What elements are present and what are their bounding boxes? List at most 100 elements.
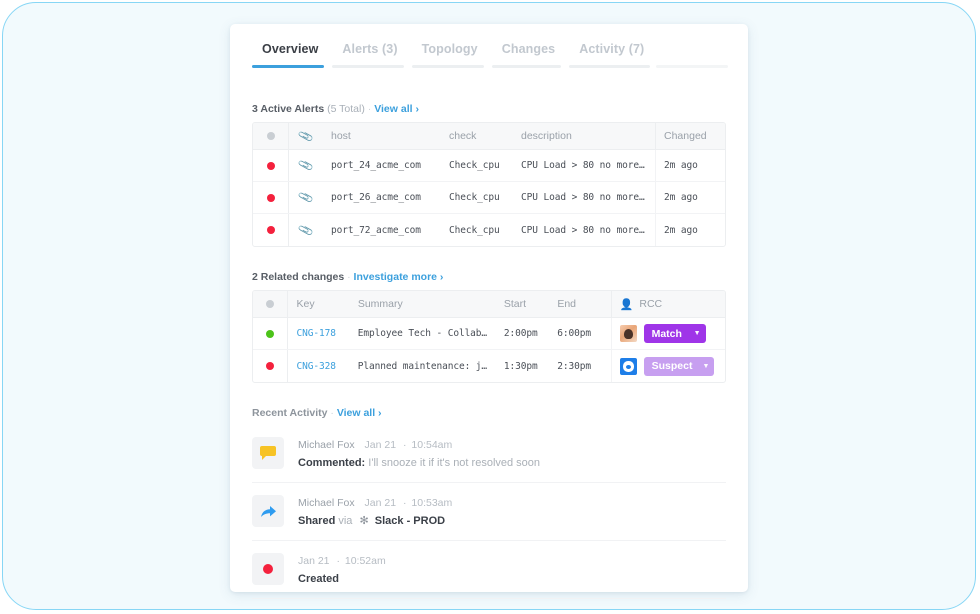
row-end: 6:00pm — [557, 328, 591, 339]
activity-time-separator: · — [402, 439, 407, 451]
activity-user: Michael Fox — [298, 497, 355, 509]
alerts-separator: · — [367, 103, 372, 115]
row-status — [253, 318, 289, 349]
alerts-title: 3 Active Alerts — [252, 103, 325, 115]
activity-main: Shared via ✻ Slack - PROD — [298, 514, 452, 529]
header-check: check — [449, 130, 477, 142]
row-status — [253, 214, 289, 246]
row-host: port_24_acme_com — [331, 160, 421, 171]
row-changed: 2m ago — [655, 150, 721, 181]
activity-time-separator: · — [336, 555, 340, 567]
list-item[interactable]: Michael Fox Jan 21 · 10:54am Commented: … — [252, 425, 726, 483]
status-dot-icon — [266, 300, 275, 308]
table-row[interactable]: 📎 port_72_acme_com Check_cpu CPU Load > … — [253, 214, 725, 246]
investigate-more-link[interactable]: Investigate more › — [354, 271, 444, 283]
activity-time: 10:52am — [344, 555, 386, 567]
slack-icon: ✻ — [359, 515, 369, 527]
activity-view-all-link[interactable]: View all › — [337, 407, 382, 419]
header-changed: Changed — [655, 123, 721, 149]
list-item[interactable]: Michael Fox Jan 21 · 10:53am Shared via … — [252, 483, 726, 541]
activity-user: Michael Fox — [298, 439, 355, 451]
header-status — [253, 291, 289, 317]
alert-dot-icon — [252, 553, 284, 585]
rcc-badge-match[interactable]: Match ▼ — [643, 324, 706, 343]
activity-section-heading: Recent Activity · View all › — [252, 407, 382, 419]
tab-overview[interactable]: Overview — [250, 42, 330, 68]
share-icon — [252, 495, 284, 527]
activity-verb: Shared — [298, 515, 336, 527]
row-check: Check_cpu — [449, 192, 500, 203]
tab-bar: Overview Alerts (3) Topology Changes Act… — [250, 42, 728, 68]
alerts-subtitle: (5 Total) — [327, 103, 365, 115]
chevron-down-icon: ▼ — [702, 362, 710, 370]
alerts-section-heading: 3 Active Alerts (5 Total) · View all › — [252, 103, 419, 115]
header-summary: Summary — [357, 298, 403, 310]
list-item[interactable]: Jan 21 · 10:52am Created — [252, 541, 726, 599]
alerts-view-all-link[interactable]: View all › — [374, 103, 419, 115]
table-row[interactable]: 📎 port_24_acme_com Check_cpu CPU Load > … — [253, 150, 725, 182]
activity-body: Michael Fox Jan 21 · 10:53am Shared via … — [298, 495, 452, 529]
tab-underline — [411, 65, 484, 68]
tab-topology[interactable]: Topology — [410, 42, 490, 68]
paperclip-icon: 📎 — [297, 189, 315, 206]
row-status — [253, 350, 289, 382]
activity-separator: · — [330, 407, 334, 419]
activity-time-separator: · — [402, 497, 407, 509]
row-changed: 2m ago — [655, 214, 721, 246]
header-host: host — [331, 130, 351, 142]
tab-activity-label: Activity (7) — [579, 42, 645, 56]
row-attachment[interactable]: 📎 — [289, 182, 323, 213]
tab-trailing-rule — [656, 65, 728, 68]
tab-underline — [569, 65, 651, 68]
row-summary: Planned maintenance: j… — [357, 360, 488, 372]
activity-time: 10:54am — [411, 439, 453, 451]
activity-verb: Commented: — [298, 457, 366, 469]
row-key-link[interactable]: CNG-178 — [288, 328, 349, 339]
header-rcc: 👤 RCC — [610, 291, 725, 317]
activity-meta: Michael Fox Jan 21 · 10:53am — [298, 496, 452, 510]
row-attachment[interactable]: 📎 — [289, 214, 323, 246]
activity-verb: Created — [298, 573, 339, 585]
table-row[interactable]: CNG-178 Employee Tech - Collab… 2:00pm 6… — [253, 318, 725, 350]
rcc-badge-label: Match — [651, 327, 682, 340]
header-status — [253, 123, 289, 149]
row-description: CPU Load > 80 no more… — [521, 224, 645, 236]
row-rcc: Match ▼ — [610, 318, 725, 349]
activity-meta: Jan 21 · 10:52am — [298, 554, 386, 568]
row-key-link[interactable]: CNG-328 — [288, 361, 349, 372]
table-row[interactable]: CNG-328 Planned maintenance: j… 1:30pm 2… — [253, 350, 725, 382]
row-description: CPU Load > 80 no more… — [521, 192, 645, 203]
tab-activity[interactable]: Activity (7) — [567, 42, 656, 68]
activity-date: Jan 21 — [364, 497, 397, 509]
comment-icon — [252, 437, 284, 469]
activity-meta: Michael Fox Jan 21 · 10:54am — [298, 438, 540, 452]
row-rcc: Suspect ▼ — [610, 350, 725, 382]
tab-changes[interactable]: Changes — [490, 42, 568, 68]
activity-destination: Slack - PROD — [374, 515, 446, 527]
alert-dot-icon — [266, 226, 275, 234]
activity-time: 10:53am — [411, 497, 453, 509]
changes-section-heading: 2 Related changes · Investigate more › — [252, 271, 443, 283]
activity-title: Recent Activity — [252, 407, 328, 419]
rcc-badge-suspect[interactable]: Suspect ▼ — [643, 356, 715, 376]
row-start: 2:00pm — [503, 328, 538, 339]
header-key: Key — [296, 298, 315, 310]
rcc-badge-label: Suspect — [651, 360, 693, 372]
avatar — [619, 325, 637, 342]
alert-dot-icon — [266, 193, 275, 202]
activity-text: I'll snooze it if it's not resolved soon — [368, 457, 541, 469]
row-description: CPU Load > 80 no more… — [521, 160, 645, 171]
tab-alerts[interactable]: Alerts (3) — [330, 42, 409, 68]
activity-date: Jan 21 — [298, 555, 330, 567]
person-icon: 👤 — [619, 298, 634, 311]
header-end: End — [557, 298, 577, 310]
paperclip-icon: 📎 — [297, 157, 315, 174]
row-start: 1:30pm — [503, 360, 538, 372]
table-row[interactable]: 📎 port_26_acme_com Check_cpu CPU Load > … — [253, 182, 725, 214]
row-status — [253, 150, 289, 181]
row-host: port_72_acme_com — [331, 224, 421, 236]
row-attachment[interactable]: 📎 — [289, 150, 323, 181]
changes-separator: · — [347, 271, 351, 283]
paperclip-icon: 📎 — [297, 222, 315, 239]
activity-list: Michael Fox Jan 21 · 10:54am Commented: … — [252, 425, 726, 599]
